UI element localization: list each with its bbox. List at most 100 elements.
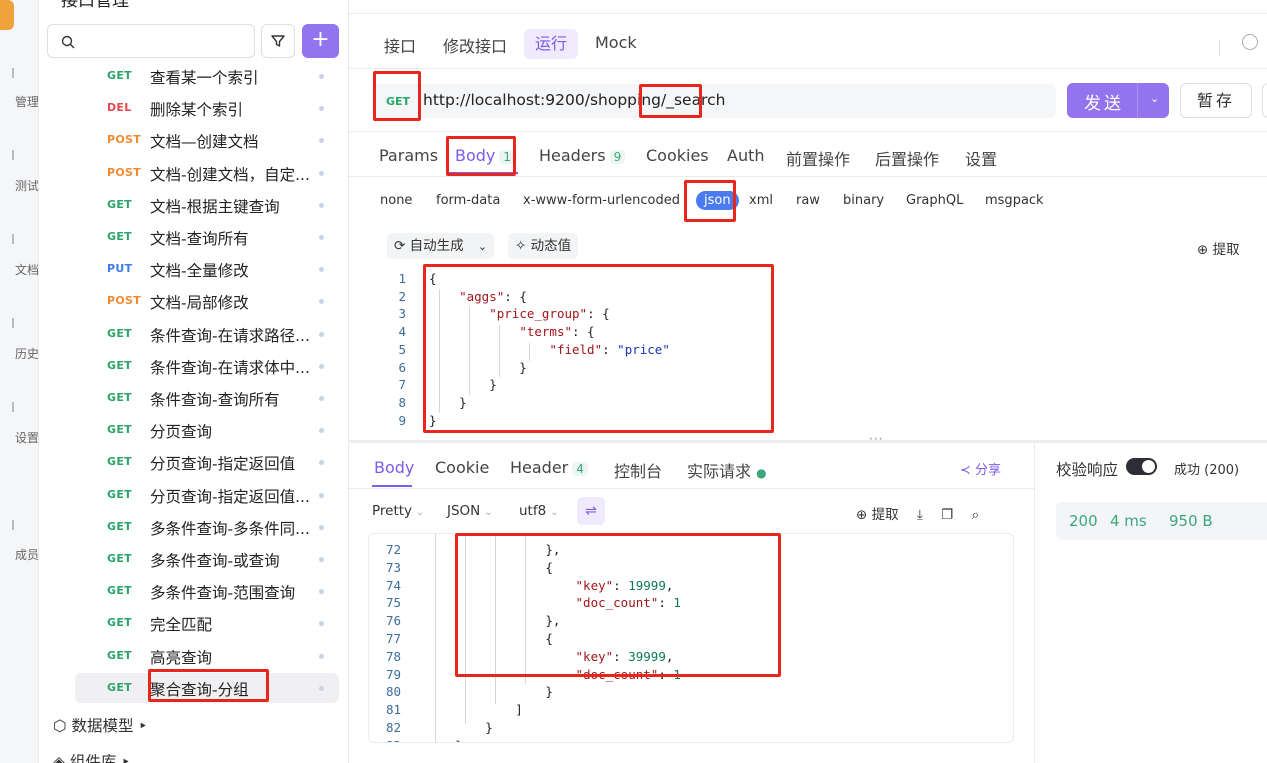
tree-item[interactable]: POST 文档—创建文档 [75, 125, 339, 155]
body-type-none[interactable]: none [380, 193, 412, 208]
tree-item[interactable]: DEL 删除某个索引 [75, 93, 339, 123]
tree-item[interactable]: GET 多条件查询-多条件同... [75, 512, 339, 542]
method-badge: DEL [107, 101, 132, 115]
subtab-run[interactable]: 运行 [524, 29, 579, 59]
download-icon[interactable]: ⤓ [917, 507, 923, 523]
method-badge: PUT [107, 262, 133, 276]
line-number: 83 [369, 738, 401, 742]
send-button[interactable]: 发送 ⌄ [1067, 83, 1169, 118]
extract-button[interactable]: ⊕ 提取 [1197, 238, 1240, 258]
rail-item-settings[interactable]: 设置 [0, 429, 38, 446]
tree-item[interactable]: GET 查看某一个索引 [75, 61, 339, 91]
copy-icon[interactable]: ❐ [941, 507, 953, 523]
subtab-mock[interactable]: Mock [595, 31, 637, 54]
resp-tab-console[interactable]: 控制台 [614, 458, 662, 482]
method-badge: GET [107, 326, 132, 340]
tree-item-label: 条件查询-查询所有 [150, 391, 280, 409]
tree-item[interactable]: GET 完全匹配 [75, 608, 339, 638]
code-line: "aggs": { [459, 288, 527, 304]
body-type-form-data[interactable]: form-data [436, 193, 500, 208]
body-type-x-www-form-urlencoded[interactable]: x-www-form-urlencoded [523, 193, 680, 208]
tab-headers[interactable]: Headers 9 [539, 146, 626, 165]
tree-item[interactable]: GET 高亮查询 [75, 641, 339, 671]
tab-auth[interactable]: Auth [727, 146, 765, 165]
body-type-msgpack[interactable]: msgpack [985, 193, 1044, 208]
request-body-editor[interactable]: 1 {2 "aggs": {3 "price_group": {4 "terms"… [372, 265, 1267, 435]
status-dot-icon [319, 106, 324, 112]
auto-generate-button[interactable]: ⟳ 自动生成 ⌄ [387, 233, 495, 259]
rail-item-history[interactable]: 历史 [0, 345, 38, 362]
search-icon[interactable]: ⌕ [972, 507, 980, 523]
extract-icon: ⊕ [1197, 242, 1209, 258]
rail-item-test[interactable]: 测试 [0, 177, 38, 194]
rail-item-docs[interactable]: 文档 [0, 261, 38, 278]
format-pretty-select[interactable]: Pretty ⌄ [372, 503, 424, 519]
main-panel: 接口 修改接口 运行 Mock GET http://localhost:920… [349, 0, 1267, 763]
method-badge: GET [107, 584, 132, 598]
response-body-viewer[interactable]: 72 }, 73 {74 "key": 19999, 75 "doc_count":… [368, 533, 1014, 743]
save-button[interactable]: 暂存 [1180, 83, 1252, 118]
tree-item[interactable]: GET 条件查询-在请求体中... [75, 351, 339, 381]
tab-post-ops[interactable]: 后置操作 [875, 146, 939, 170]
search-input[interactable] [47, 24, 255, 58]
panel-splitter[interactable] [349, 440, 1267, 443]
tree-item[interactable]: PUT 文档-全量修改 [75, 254, 339, 284]
resp-tab-actual-request[interactable]: 实际请求 ● [687, 458, 767, 482]
body-type-xml[interactable]: xml [749, 193, 773, 208]
tree-item[interactable]: GET 分页查询 [75, 415, 339, 445]
tab-settings[interactable]: 设置 [965, 146, 997, 170]
tree-item[interactable]: GET 聚合查询-分组 [75, 672, 339, 703]
tree-item-label: 文档-全量修改 [150, 262, 249, 281]
resp-tab-cookie[interactable]: Cookie [435, 458, 489, 477]
tab-body[interactable]: Body 1 [455, 146, 516, 165]
tree-item[interactable]: POST 文档-局部修改 [75, 286, 339, 316]
filter-button[interactable] [261, 24, 295, 58]
subtab-edit[interactable]: 修改接口 [443, 31, 507, 59]
method-badge: GET [107, 391, 132, 404]
url-value[interactable]: http://localhost:9200/shopping/_search [423, 91, 725, 109]
tree-item[interactable]: GET 条件查询-查询所有 [75, 383, 339, 413]
tab-params[interactable]: Params [379, 146, 438, 165]
tab-pre-ops[interactable]: 前置操作 [786, 146, 850, 170]
tree-item[interactable]: GET 分页查询-指定返回值 [75, 447, 339, 477]
code-line: "doc_count": 1 [575, 595, 681, 611]
wrap-lines-button[interactable]: ⇌ [577, 497, 605, 525]
method-badge: GET [107, 455, 132, 469]
tree-item[interactable]: GET 文档-根据主键查询 [75, 190, 339, 220]
verify-toggle[interactable] [1126, 458, 1157, 475]
history-icon[interactable] [1242, 34, 1258, 50]
tree-item[interactable]: GET 多条件查询-范围查询 [75, 576, 339, 606]
dynamic-value-button[interactable]: ✧ 动态值 [508, 233, 579, 259]
body-type-raw[interactable]: raw [796, 193, 820, 208]
share-button[interactable]: ≺ 分享 [960, 459, 1001, 478]
encoding-select[interactable]: utf8 ⌄ [519, 503, 559, 519]
tree-item[interactable]: GET 多条件查询-或查询 [75, 544, 339, 574]
extract-response-button[interactable]: ⊕ 提取 [856, 507, 899, 523]
resp-tab-header[interactable]: Header 4 [510, 458, 588, 477]
tree-item-label: 高亮查询 [150, 648, 213, 667]
body-type-graphql[interactable]: GraphQL [906, 193, 963, 208]
url-method[interactable]: GET [386, 95, 410, 108]
format-json-select[interactable]: JSON ⌄ [447, 503, 493, 519]
status-label: 成功 (200) [1174, 463, 1240, 478]
add-button[interactable]: + [302, 24, 339, 58]
resp-tab-body[interactable]: Body [374, 458, 414, 477]
rail-item-members[interactable]: 成员 [0, 546, 38, 563]
subtab-api[interactable]: 接口 [384, 31, 416, 59]
send-dropdown-icon[interactable]: ⌄ [1150, 92, 1159, 105]
tree-item[interactable]: GET 分页查询-指定返回值... [75, 480, 339, 510]
url-input[interactable]: GET http://localhost:9200/shopping/_sear… [372, 84, 1056, 118]
more-button[interactable] [1262, 83, 1267, 118]
status-dot-icon [319, 138, 324, 144]
body-type-json[interactable]: json [696, 191, 739, 210]
splitter-handle[interactable]: ··· [869, 432, 883, 446]
folder-components[interactable]: ◈ 组件库 ‣ [53, 750, 130, 763]
tree-item[interactable]: GET 条件查询-在请求路径... [75, 319, 339, 349]
rail-item-manage[interactable]: 管理 [0, 93, 38, 110]
tab-cookies[interactable]: Cookies [646, 146, 709, 165]
folder-data-model[interactable]: ⬡ 数据模型 ‣ [53, 714, 148, 736]
body-type-binary[interactable]: binary [843, 193, 884, 208]
line-number: 5 [398, 341, 406, 357]
tree-item[interactable]: GET 文档-查询所有 [75, 222, 339, 252]
tree-item[interactable]: POST 文档-创建文档，自定... [75, 158, 339, 188]
